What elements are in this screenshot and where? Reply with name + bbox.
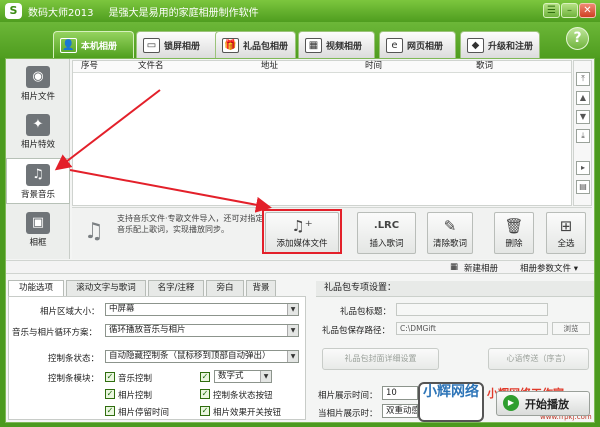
gift-path-input[interactable]: C:\DMGift [396, 322, 548, 335]
select-value: 中屏幕 [109, 304, 135, 314]
module-label: 控制条模块： [48, 374, 100, 384]
tab-background[interactable]: 背景 [246, 280, 276, 296]
size-select[interactable]: 中屏幕 ▼ [105, 303, 299, 316]
button-label: 礼品包封面详细设置 [344, 354, 417, 363]
photo-control-checkbox[interactable]: ✓ [105, 389, 115, 399]
chevron-down-icon: ▼ [287, 351, 298, 362]
size-label: 相片区域大小： [40, 307, 100, 317]
checkbox-label: 音乐控制 [118, 374, 153, 384]
album-toolbar [6, 260, 594, 274]
path-value: C:\DMGift [400, 324, 436, 333]
new-album-icon: ▦ [450, 262, 459, 272]
chevron-down-icon: ▼ [287, 304, 298, 315]
transition-select[interactable]: 双重动感 [382, 404, 418, 418]
tab-narration[interactable]: 旁白 [206, 280, 244, 296]
show-time-label: 相片展示时间： [318, 391, 378, 401]
tab-function-options[interactable]: 功能选项 [8, 280, 64, 297]
start-play-label: 开始播放 [525, 398, 569, 411]
gift-title-label: 礼品包标题： [340, 307, 392, 317]
digital-select[interactable]: 数字式 ▼ [214, 370, 272, 383]
show-time-input[interactable]: 10 [382, 386, 418, 400]
control-bar-select[interactable]: 自动隐藏控制条（鼠标移到顶部自动弹出） ▼ [105, 350, 299, 363]
checkbox-label: 相片效果开关按钮 [213, 408, 282, 418]
browse-button[interactable]: 浏览 [552, 322, 590, 335]
tab-name-notes[interactable]: 名字/注释 [148, 280, 204, 296]
effect-switch-checkbox[interactable]: ✓ [200, 406, 210, 416]
status-button-checkbox[interactable]: ✓ [200, 389, 210, 399]
checkbox-label: 控制条状态按钮 [213, 391, 273, 401]
album-params-button[interactable]: 相册参数文件 ▾ [520, 262, 578, 274]
gift-path-label: 礼品包保存路径： [322, 326, 391, 336]
select-value: 循环播放音乐与相片 [109, 325, 186, 335]
button-label: 心语传送（序言） [506, 354, 571, 363]
checkbox-label: 相片停留时间 [118, 408, 170, 418]
chevron-down-icon: ▼ [287, 325, 298, 336]
loop-select[interactable]: 循环播放音乐与相片 ▼ [105, 324, 299, 337]
loop-label: 音乐与相片循环方案： [12, 328, 98, 338]
select-value: 数字式 [218, 371, 244, 381]
heart-message-button[interactable]: 心语传送（序言） [488, 348, 589, 370]
button-label: 浏览 [563, 324, 579, 333]
current-label: 当相片展示时： [318, 409, 378, 419]
gift-title-input[interactable] [396, 303, 548, 316]
play-icon: ▶ [503, 395, 519, 411]
gift-settings-header: 礼品包专项设置： [316, 281, 594, 297]
new-album-button[interactable]: 新建相册 [464, 262, 498, 274]
select-value: 自动隐藏控制条（鼠标移到顶部自动弹出） [109, 351, 271, 361]
chevron-down-icon: ▼ [260, 371, 271, 382]
digital-checkbox[interactable]: ✓ [200, 372, 210, 382]
photo-duration-checkbox[interactable]: ✓ [105, 406, 115, 416]
app-window: S 数码大师2013 是强大是易用的家庭相册制作软件 ☰ – ✕ 👤 本机相册 … [0, 0, 600, 427]
checkbox-label: 相片控制 [118, 391, 153, 401]
gift-cover-button[interactable]: 礼品包封面详细设置 [322, 348, 439, 370]
music-control-checkbox[interactable]: ✓ [105, 372, 115, 382]
control-bar-label: 控制条状态： [48, 354, 100, 364]
input-value: 10 [386, 388, 397, 398]
input-value: 双重动感 [386, 406, 418, 416]
watermark-logo: 小辉网络 [418, 382, 484, 422]
tab-scroll-lyrics[interactable]: 滚动文字与歌词 [66, 280, 146, 296]
